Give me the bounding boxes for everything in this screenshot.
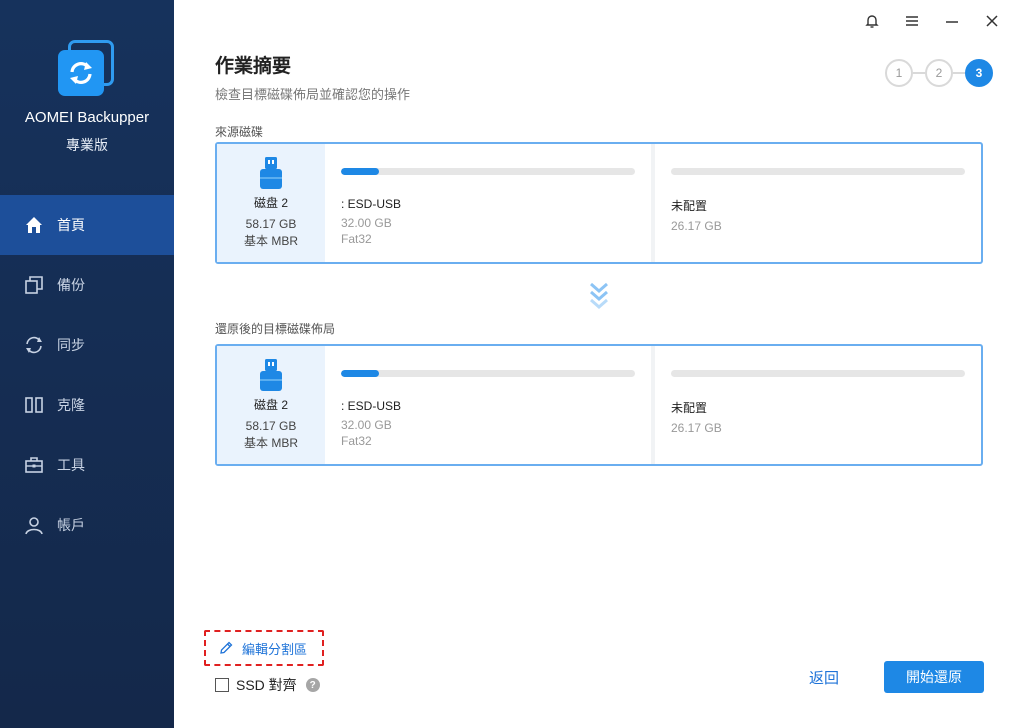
sidebar-item-label: 克隆 bbox=[57, 397, 85, 413]
edit-partition-label: 編輯分割區 bbox=[242, 641, 308, 657]
menu-button[interactable] bbox=[892, 10, 932, 32]
partition-fs: Fat32 bbox=[341, 434, 372, 448]
disk-name: 磁盘 2 bbox=[253, 196, 288, 210]
minimize-button[interactable] bbox=[932, 10, 972, 32]
back-button[interactable]: 返回 bbox=[809, 667, 839, 688]
disk-info: 磁盘 2 58.17 GB 基本 MBR bbox=[217, 144, 325, 262]
sidebar-item-home[interactable]: 首頁 bbox=[0, 195, 174, 255]
help-icon[interactable]: ? bbox=[305, 678, 320, 692]
step-indicator: 1 2 3 bbox=[885, 59, 993, 87]
step-3: 3 bbox=[965, 59, 993, 87]
disk-info: 磁盘 2 58.17 GB 基本 MBR bbox=[217, 346, 325, 464]
disk-type: 基本 MBR bbox=[243, 436, 298, 450]
sidebar-item-label: 備份 bbox=[57, 277, 85, 293]
ssd-align-checkbox[interactable] bbox=[215, 678, 229, 692]
sidebar-item-label: 首頁 bbox=[57, 217, 85, 233]
partition-unallocated[interactable]: 未配置 26.17 GB bbox=[651, 346, 981, 464]
page-subtitle: 檢查目標磁碟佈局並確認您的操作 bbox=[215, 87, 411, 102]
sync-logo-icon bbox=[70, 62, 92, 84]
ssd-align-option: SSD 對齊 ? bbox=[215, 675, 320, 695]
close-button[interactable] bbox=[972, 10, 1012, 32]
window-controls bbox=[852, 10, 1012, 32]
pencil-icon bbox=[220, 641, 233, 654]
target-disk-card: 磁盘 2 58.17 GB 基本 MBR : ESD-USB 32.00 GB … bbox=[215, 344, 983, 466]
source-disk-label: 來源磁碟 bbox=[215, 125, 264, 139]
tools-icon bbox=[24, 455, 44, 475]
partition-unallocated[interactable]: 未配置 26.17 GB bbox=[651, 144, 981, 262]
notification-button[interactable] bbox=[852, 10, 892, 32]
sidebar-item-sync[interactable]: 同步 bbox=[0, 315, 174, 375]
source-disk-card: 磁盘 2 58.17 GB 基本 MBR : ESD-USB 32.00 GB … bbox=[215, 142, 983, 264]
sidebar-item-backup[interactable]: 備份 bbox=[0, 255, 174, 315]
partition-fs: Fat32 bbox=[341, 232, 372, 246]
minimize-icon bbox=[946, 21, 958, 23]
usage-bar bbox=[671, 168, 965, 175]
usage-bar bbox=[671, 370, 965, 377]
sidebar-item-label: 同步 bbox=[57, 337, 85, 353]
sidebar-item-account[interactable]: 帳戶 bbox=[0, 495, 174, 555]
account-icon bbox=[24, 515, 44, 535]
partition-name: 未配置 bbox=[671, 199, 708, 213]
sidebar: AOMEI Backupper 專業版 首頁 備份 同步 克隆 工具 帳戶 bbox=[0, 0, 174, 728]
usb-drive-icon bbox=[260, 157, 282, 189]
edit-partition-button[interactable]: 編輯分割區 bbox=[204, 630, 324, 666]
disk-name: 磁盘 2 bbox=[253, 398, 288, 412]
usage-bar bbox=[341, 370, 635, 377]
partition-size: 32.00 GB bbox=[341, 216, 392, 230]
partition-size: 26.17 GB bbox=[671, 219, 722, 233]
ssd-align-label: SSD 對齊 bbox=[236, 677, 297, 693]
sidebar-item-clone[interactable]: 克隆 bbox=[0, 375, 174, 435]
start-restore-button[interactable]: 開始還原 bbox=[884, 661, 984, 693]
partition-size: 32.00 GB bbox=[341, 418, 392, 432]
sync-icon bbox=[24, 335, 44, 355]
menu-icon bbox=[906, 16, 918, 26]
double-chevron-down-icon bbox=[590, 282, 608, 309]
usb-drive-icon bbox=[260, 359, 282, 391]
partition-name: 未配置 bbox=[671, 401, 708, 415]
clone-icon bbox=[24, 395, 44, 415]
app-logo bbox=[58, 40, 116, 98]
step-2: 2 bbox=[925, 59, 953, 87]
home-icon bbox=[24, 215, 44, 235]
sidebar-item-label: 工具 bbox=[57, 457, 85, 473]
disk-size: 58.17 GB bbox=[245, 217, 297, 231]
sidebar-nav: 首頁 備份 同步 克隆 工具 帳戶 bbox=[0, 195, 174, 555]
bell-icon bbox=[865, 15, 879, 28]
close-icon bbox=[986, 15, 998, 27]
partition-size: 26.17 GB bbox=[671, 421, 722, 435]
page-title: 作業摘要 bbox=[215, 56, 292, 77]
disk-size: 58.17 GB bbox=[245, 419, 297, 433]
partition-esd-usb[interactable]: : ESD-USB 32.00 GB Fat32 bbox=[325, 144, 651, 262]
step-1: 1 bbox=[885, 59, 913, 87]
partition-esd-usb[interactable]: : ESD-USB 32.00 GB Fat32 bbox=[325, 346, 651, 464]
usage-bar bbox=[341, 168, 635, 175]
disk-type: 基本 MBR bbox=[243, 234, 298, 248]
sidebar-item-tools[interactable]: 工具 bbox=[0, 435, 174, 495]
app-name: AOMEI Backupper bbox=[24, 109, 150, 126]
backup-icon bbox=[24, 275, 44, 295]
partition-name: : ESD-USB bbox=[341, 197, 402, 211]
target-disk-label: 還原後的目標磁碟佈局 bbox=[215, 322, 336, 336]
partition-name: : ESD-USB bbox=[341, 399, 402, 413]
sidebar-item-label: 帳戶 bbox=[57, 517, 85, 533]
app-edition: 專業版 bbox=[66, 137, 108, 153]
